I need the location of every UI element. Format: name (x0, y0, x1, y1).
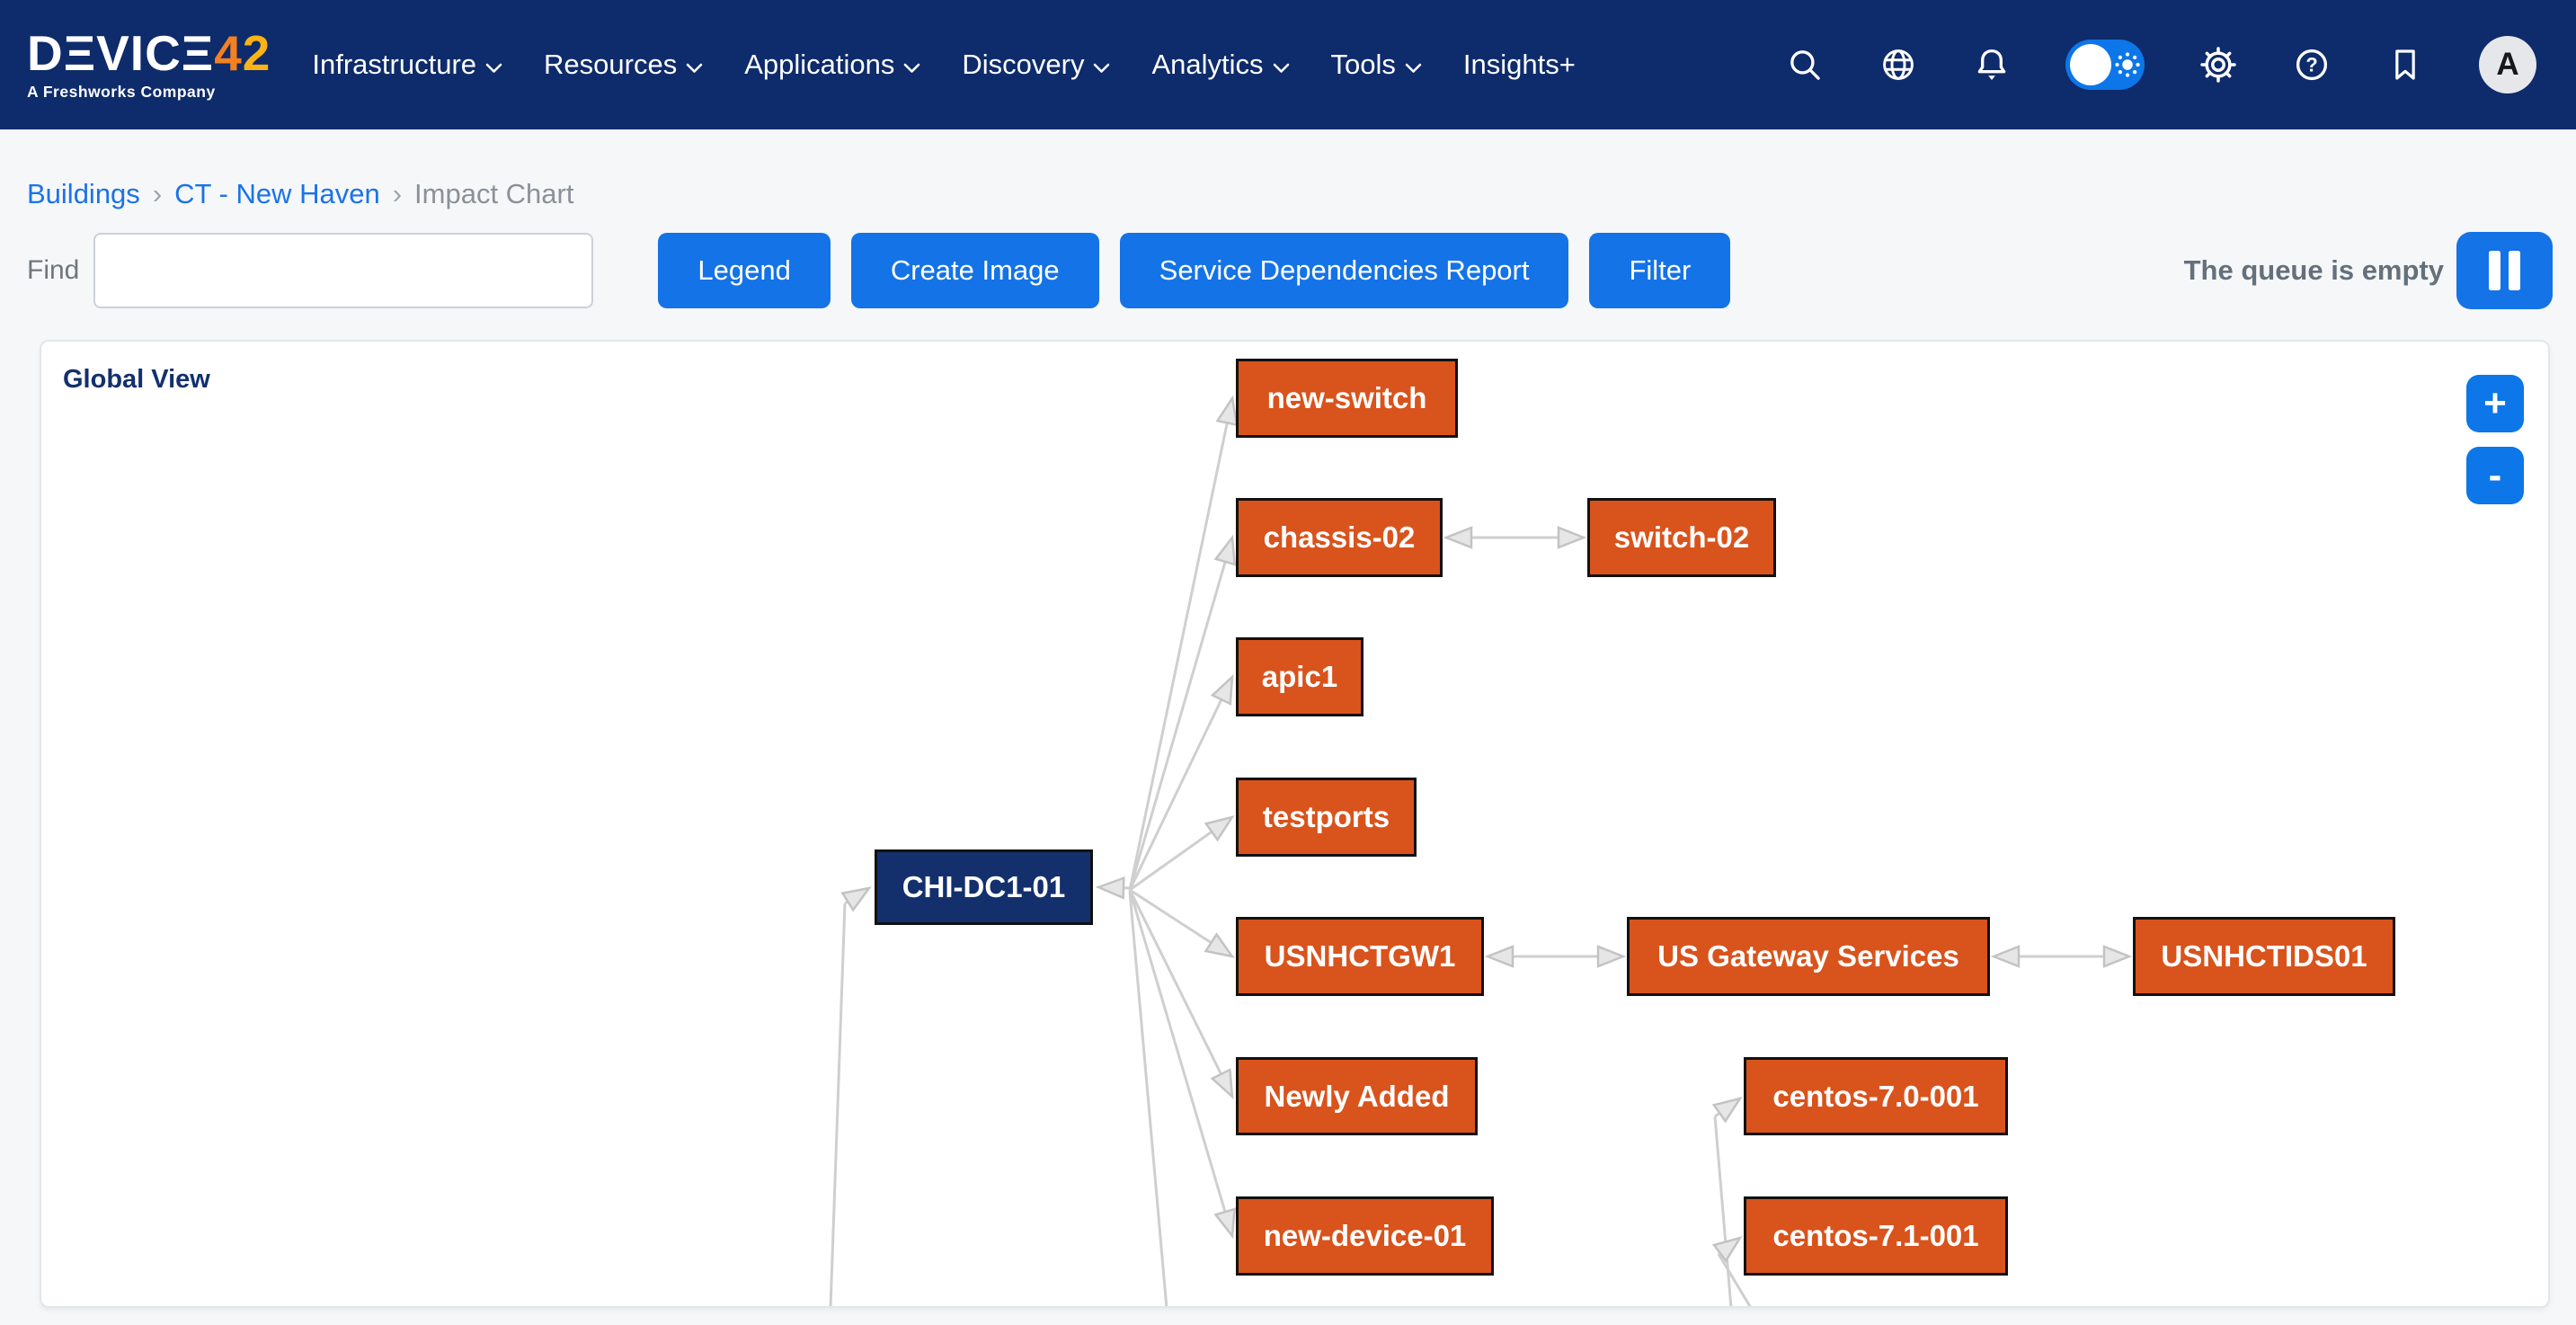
main-menu: Infrastructure Resources Applications Di… (312, 49, 1575, 81)
filter-button[interactable]: Filter (1589, 233, 1730, 308)
top-navbar: DΞVICΞ42 A Freshworks Company Infrastruc… (0, 0, 2576, 129)
search-icon[interactable] (1785, 45, 1825, 84)
theme-toggle[interactable] (2065, 40, 2145, 90)
chart-view-title: Global View (63, 365, 210, 395)
chevron-down-icon (1273, 49, 1290, 81)
breadcrumb-separator: › (153, 178, 162, 210)
chart-node-testports[interactable]: testports (1236, 778, 1417, 857)
chart-node-apic1[interactable]: apic1 (1236, 637, 1364, 716)
chart-node-new-switch[interactable]: new-switch (1236, 359, 1458, 438)
breadcrumb-ct-new-haven[interactable]: CT - New Haven (174, 178, 380, 210)
device42-logo[interactable]: DΞVICΞ42 A Freshworks Company (27, 29, 271, 101)
impact-chart-panel: Global View + - CHI-DC1-01 new-switch chas… (40, 340, 2550, 1308)
chart-node-centos-7-0-001[interactable]: centos-7.0-001 (1744, 1057, 2008, 1135)
chevron-down-icon (1405, 49, 1422, 81)
menu-discovery[interactable]: Discovery (962, 49, 1110, 81)
globe-icon[interactable] (1879, 45, 1918, 84)
chevron-down-icon (903, 49, 920, 81)
freshworks-tagline: A Freshworks Company (27, 84, 271, 101)
svg-text:?: ? (2305, 54, 2317, 76)
user-avatar[interactable]: A (2479, 36, 2536, 93)
legend-button[interactable]: Legend (658, 233, 830, 308)
menu-infrastructure[interactable]: Infrastructure (312, 49, 502, 81)
sun-icon (2114, 51, 2141, 78)
breadcrumb: Buildings › CT - New Haven › Impact Char… (27, 178, 573, 210)
queue-status: The queue is empty (2184, 254, 2444, 287)
menu-tools[interactable]: Tools (1331, 49, 1422, 81)
create-image-button[interactable]: Create Image (851, 233, 1099, 308)
find-input[interactable] (93, 233, 593, 308)
menu-analytics[interactable]: Analytics (1151, 49, 1289, 81)
chart-node-new-device-01[interactable]: new-device-01 (1236, 1196, 1494, 1276)
chart-node-us-gateway-services[interactable]: US Gateway Services (1627, 917, 1990, 996)
chart-node-switch-02[interactable]: switch-02 (1587, 498, 1776, 577)
chart-node-usnhctgw1[interactable]: USNHCTGW1 (1236, 917, 1484, 996)
chart-node-usnhctids01[interactable]: USNHCTIDS01 (2133, 917, 2395, 996)
breadcrumb-impact-chart: Impact Chart (414, 178, 573, 210)
zoom-in-button[interactable]: + (2466, 375, 2524, 432)
zoom-out-button[interactable]: - (2466, 447, 2524, 504)
queue-panel-button[interactable] (2456, 232, 2553, 309)
navbar-actions: ? A (1785, 36, 2536, 93)
help-icon[interactable]: ? (2292, 45, 2332, 84)
chart-node-chi-dc1-01[interactable]: CHI-DC1-01 (875, 849, 1093, 925)
impact-chart-canvas[interactable]: Global View + - CHI-DC1-01 new-switch chas… (41, 342, 2548, 1306)
chart-node-centos-7-1-001[interactable]: centos-7.1-001 (1744, 1196, 2008, 1276)
toggle-knob (2070, 44, 2111, 85)
columns-icon (2489, 251, 2520, 290)
chart-node-chassis-02[interactable]: chassis-02 (1236, 498, 1443, 577)
menu-applications[interactable]: Applications (744, 49, 920, 81)
menu-insights[interactable]: Insights+ (1463, 49, 1576, 81)
find-label: Find (27, 255, 79, 286)
breadcrumb-separator: › (393, 178, 402, 210)
chevron-down-icon (1093, 49, 1110, 81)
notifications-bell-icon[interactable] (1972, 45, 2012, 84)
chevron-down-icon (485, 49, 502, 81)
chevron-down-icon (686, 49, 703, 81)
chart-node-newly-added[interactable]: Newly Added (1236, 1057, 1478, 1135)
chart-toolbar: Find Legend Create Image Service Depende… (27, 232, 2553, 309)
breadcrumb-buildings[interactable]: Buildings (27, 178, 140, 210)
bookmark-icon[interactable] (2385, 45, 2425, 84)
service-dependencies-report-button[interactable]: Service Dependencies Report (1120, 233, 1569, 308)
menu-resources[interactable]: Resources (544, 49, 703, 81)
settings-gear-icon[interactable] (2198, 45, 2238, 84)
device42-logo-text: DΞVICΞ42 (27, 29, 271, 78)
